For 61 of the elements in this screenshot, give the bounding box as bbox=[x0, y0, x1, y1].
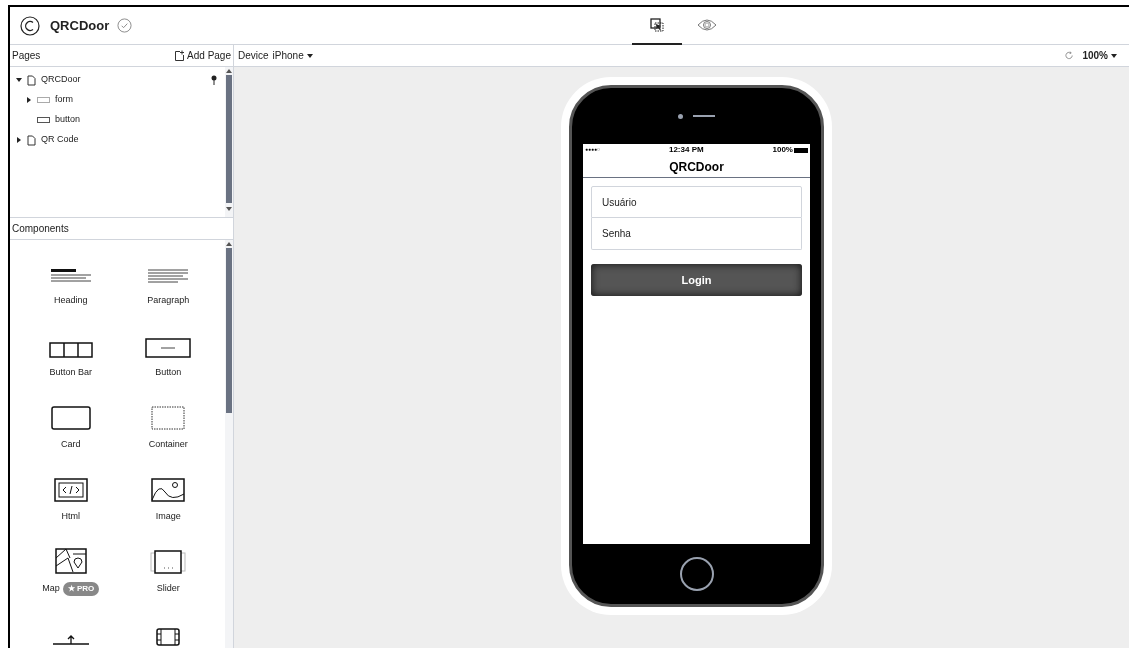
login-button[interactable]: Login bbox=[591, 264, 802, 296]
device-dropdown[interactable]: iPhone bbox=[272, 48, 313, 63]
paragraph-icon bbox=[148, 268, 189, 286]
panel-title: Pages bbox=[12, 49, 41, 63]
component-label: Paragraph bbox=[147, 294, 190, 307]
scrollbar[interactable] bbox=[225, 240, 233, 648]
caret-icon bbox=[306, 53, 313, 58]
panel-title: Components bbox=[12, 222, 69, 236]
scroll-down-icon[interactable] bbox=[226, 207, 232, 211]
component-label: Image bbox=[155, 510, 181, 523]
component-label: Card bbox=[61, 438, 81, 451]
component-label: Button Bar bbox=[49, 366, 92, 379]
slider-icon bbox=[150, 550, 187, 574]
camera-icon bbox=[678, 113, 683, 119]
code-icon bbox=[53, 478, 88, 502]
component-label: Map bbox=[42, 582, 60, 596]
text-field[interactable]: Senha bbox=[591, 218, 802, 250]
battery-percent: 100% bbox=[772, 144, 793, 156]
status-time: 12:34 PM bbox=[668, 144, 704, 156]
page-icon bbox=[27, 134, 36, 146]
caret-icon bbox=[1111, 53, 1117, 58]
expand-arrow-icon[interactable] bbox=[16, 77, 22, 83]
add-page-button[interactable]: Add Page bbox=[174, 48, 231, 63]
pin-icon[interactable] bbox=[211, 75, 217, 85]
image-icon bbox=[151, 478, 186, 502]
page-icon bbox=[27, 74, 36, 86]
container-icon bbox=[151, 406, 186, 430]
component-label: Button bbox=[155, 366, 182, 379]
button-bar-icon bbox=[48, 342, 93, 358]
component-label: Slider bbox=[156, 582, 180, 595]
scrollbar[interactable] bbox=[225, 67, 233, 217]
tree-item[interactable]: QR Code bbox=[41, 133, 217, 147]
form-icon bbox=[37, 97, 50, 103]
scroll-up-icon[interactable] bbox=[226, 242, 232, 246]
expand-arrow-icon[interactable] bbox=[16, 137, 22, 143]
add-page-icon bbox=[174, 50, 186, 61]
map-icon bbox=[54, 548, 87, 574]
app-title: QRCDoor bbox=[50, 16, 110, 35]
component-label: Heading bbox=[54, 294, 88, 307]
battery-icon bbox=[794, 147, 808, 153]
component-label: Container bbox=[148, 438, 188, 451]
text-field[interactable]: Usuário bbox=[591, 186, 802, 218]
tree-item[interactable]: button bbox=[55, 113, 217, 127]
expand-arrow-icon[interactable] bbox=[26, 97, 32, 103]
component-label: Html bbox=[61, 510, 80, 523]
button-icon bbox=[145, 338, 192, 358]
select-cursor-icon bbox=[650, 18, 664, 32]
button-icon bbox=[37, 117, 50, 123]
divider-icon bbox=[52, 634, 89, 646]
eye-icon bbox=[697, 18, 717, 32]
card-icon bbox=[50, 406, 91, 430]
tree-item[interactable]: QRCDoor bbox=[41, 73, 206, 87]
nav-title: QRCDoor bbox=[583, 156, 810, 178]
tree-item[interactable]: form bbox=[55, 93, 217, 107]
scroll-up-icon[interactable] bbox=[226, 69, 232, 73]
device-label: Device bbox=[238, 49, 269, 63]
home-button[interactable] bbox=[679, 557, 714, 591]
zoom-dropdown[interactable]: 100% bbox=[1082, 48, 1117, 63]
logo-icon bbox=[20, 15, 40, 36]
film-icon bbox=[156, 628, 181, 646]
pro-badge: ★ PRO bbox=[62, 582, 100, 596]
